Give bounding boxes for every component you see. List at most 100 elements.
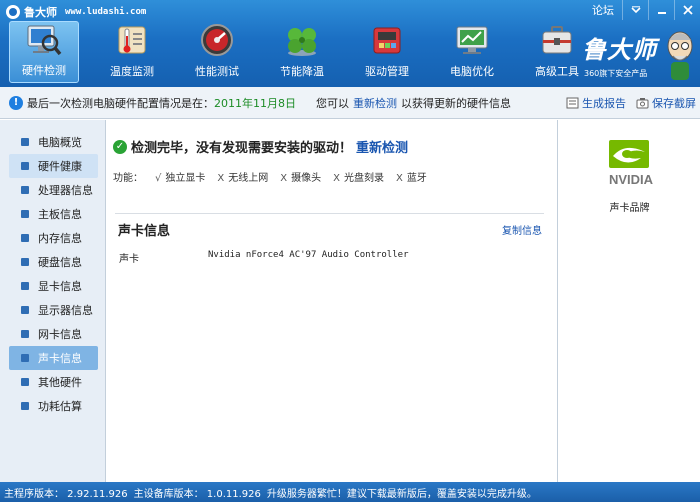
feature-item: X 摄像头 [280,173,322,184]
thermometer-icon [114,22,150,58]
save-screenshot-button[interactable]: 保存截屏 [636,95,696,111]
sidebar-item-other-hardware[interactable]: 其他硬件 [9,370,98,394]
detection-status: ✓ 检测完毕，没有发现需要安装的驱动！ 重新检测 [113,137,408,156]
minimize-button[interactable] [648,0,674,20]
chevron-down-icon [630,6,641,14]
detection-info-bar: ! 最后一次检测电脑硬件配置情况是在： 2011年11月8日 您可以 重新检测 … [0,87,700,119]
close-button[interactable] [674,0,700,20]
info-text-suffix: 以获得更新的硬件信息 [401,96,511,110]
check-icon: ✓ [113,139,127,154]
bullet-icon [21,138,29,146]
sidebar-item-network-info[interactable]: 网卡信息 [9,322,98,346]
nvidia-logo-icon: NVIDIA [609,140,654,187]
bullet-icon [21,402,29,410]
brand-title: 鲁大师 [582,35,657,64]
sidebar-item-label: 处理器信息 [38,184,93,197]
sidebar-item-disk-info[interactable]: 硬盘信息 [9,250,98,274]
sidebar-item-hardware-health[interactable]: 硬件健康 [9,154,98,178]
sidebar-item-label: 显示器信息 [38,304,93,317]
menu-button[interactable] [622,0,648,20]
sidebar-item-power-estimate[interactable]: 功耗估算 [9,394,98,418]
feature-item: X 蓝牙 [395,173,427,184]
brand-label: 声卡品牌 [609,203,650,214]
sidebar-item-label: 功耗估算 [38,400,82,413]
brand-subtitle: 360旗下安全产品 [584,69,648,78]
bullet-icon [21,162,29,170]
tab-pc-optimize[interactable]: 电脑优化 [431,21,513,83]
top-toolbar-area: 鲁大师 www.ludashi.com 论坛 硬件检测 温度监测 性能测试 节能… [0,0,700,87]
mascot-icon [667,31,693,80]
brand-logo: 鲁大师 360旗下安全产品 [580,26,695,82]
sidebar-item-label: 内存信息 [38,232,82,245]
sidebar-item-motherboard-info[interactable]: 主板信息 [9,202,98,226]
tab-label: 性能测试 [195,65,239,78]
sound-card-label: 声卡 [119,254,139,265]
tab-hardware-detect[interactable]: 硬件检测 [9,21,79,83]
tab-label: 硬件检测 [22,64,66,77]
report-icon [566,97,579,109]
sidebar-item-label: 声卡信息 [38,352,82,365]
app-logo-icon [6,5,20,19]
tab-driver-manager[interactable]: 驱动管理 [346,21,428,83]
info-text-mid: 您可以 [316,96,349,110]
sidebar-item-label: 显卡信息 [38,280,82,293]
main-content: ✓ 检测完毕，没有发现需要安装的驱动！ 重新检测 功能： √ 独立显卡 X 无线上网… [107,120,557,482]
status-text: 检测完毕，没有发现需要安装的驱动！ [131,141,353,156]
status-bar: 主程序版本： 2.92.11.926 主设备库版本： 1.0.11.926 升级… [0,482,700,502]
monitor-optimize-icon [454,22,490,58]
sidebar-item-memory-info[interactable]: 内存信息 [9,226,98,250]
tab-label: 电脑优化 [450,65,494,78]
tab-label: 节能降温 [280,65,324,78]
brand-panel: NVIDIA 声卡品牌 [557,120,700,482]
tools-case-icon [539,22,575,58]
update-message: 升级服务器繁忙！建议下载最新版后，覆盖安装以完成升级。 [266,488,537,500]
sidebar-item-pc-overview[interactable]: 电脑概览 [9,130,98,154]
bullet-icon [21,330,29,338]
bullet-icon [21,234,29,242]
sidebar-item-label: 硬盘信息 [38,256,82,269]
tab-performance-test[interactable]: 性能测试 [176,21,258,83]
svg-text:NVIDIA: NVIDIA [609,172,654,187]
tab-label: 高级工具 [535,65,579,78]
bullet-icon [21,186,29,194]
tab-temperature-monitor[interactable]: 温度监测 [91,21,173,83]
info-icon: ! [9,95,23,110]
sidebar: 电脑概览 硬件健康 处理器信息 主板信息 内存信息 硬盘信息 显卡信息 显示器信… [0,120,106,482]
minimize-icon [657,12,666,14]
sidebar-item-label: 网卡信息 [38,328,82,341]
redetect-link[interactable]: 重新检测 [353,95,397,111]
bullet-icon [21,306,29,314]
sidebar-item-monitor-info[interactable]: 显示器信息 [9,298,98,322]
info-row: 声卡 Nvidia nForce4 AC'97 Audio Controller [119,250,408,265]
last-detect-date: 2011年11月8日 [214,96,296,110]
main-toolbar: 硬件检测 温度监测 性能测试 节能降温 驱动管理 电脑优化 高级工具 [9,21,601,83]
generate-report-button[interactable]: 生成报告 [566,95,626,111]
redetect-link-main[interactable]: 重新检测 [356,137,408,156]
feature-list: 功能： √ 独立显卡 X 无线上网 X 摄像头 X 光盘刻录 X 蓝牙 [113,169,427,184]
bullet-icon [21,210,29,218]
app-title: 鲁大师 www.ludashi.com [6,4,146,20]
app-name: 鲁大师 [24,6,57,19]
feature-item: √ 独立显卡 [155,173,206,184]
bullet-icon [21,378,29,386]
bullet-icon [21,282,29,290]
divider [115,213,544,214]
features-label: 功能： [113,173,143,184]
sidebar-item-label: 硬件健康 [38,160,82,173]
tab-label: 驱动管理 [365,65,409,78]
main-version: 主程序版本： 2.92.11.926 [4,488,128,500]
driver-toolbox-icon [369,22,405,58]
sidebar-item-sound-info[interactable]: 声卡信息 [9,346,98,370]
sidebar-item-label: 主板信息 [38,208,82,221]
feature-item: X 无线上网 [217,173,269,184]
section-title: 声卡信息 [118,224,171,239]
app-url: www.ludashi.com [65,7,147,17]
tab-energy-saving[interactable]: 节能降温 [261,21,343,83]
feature-item: X 光盘刻录 [333,173,384,184]
sidebar-item-cpu-info[interactable]: 处理器信息 [9,178,98,202]
sidebar-item-label: 电脑概览 [38,136,82,149]
copy-info-link[interactable]: 复制信息 [502,222,542,237]
forum-button[interactable]: 论坛 [584,0,622,20]
bullet-icon [21,258,29,266]
sidebar-item-gpu-info[interactable]: 显卡信息 [9,274,98,298]
